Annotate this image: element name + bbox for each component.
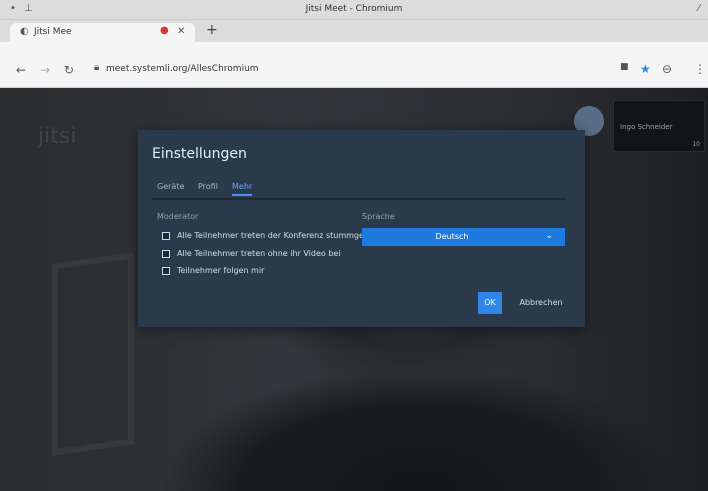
address-url: meet.systemli.org/AllesChromium [106, 64, 259, 74]
language-selected-value: Deutsch [435, 232, 469, 241]
menu-icon[interactable]: ⋮ [694, 62, 706, 76]
close-tab-icon[interactable]: ✕ [177, 26, 185, 37]
browser-toolbar: ← → ↻ 🔒︎ meet.systemli.org/AllesChromium… [0, 42, 708, 88]
site-info-icon[interactable]: 🔒︎ [94, 62, 99, 73]
tab-profile[interactable]: Profil [198, 182, 218, 191]
tab-bar: ◐ Jitsi Mee ● ✕ + [0, 20, 708, 42]
account-icon[interactable]: ⊖ [662, 62, 672, 76]
language-select[interactable]: Deutsch ⌄ [362, 228, 565, 246]
language-label: Sprache [362, 212, 395, 221]
reload-icon[interactable]: ↻ [64, 63, 74, 77]
browser-tab[interactable]: ◐ Jitsi Mee ● ✕ [10, 23, 195, 42]
start-audio-muted-checkbox[interactable] [162, 232, 170, 240]
jitsi-favicon-icon: ◐ [20, 26, 29, 37]
cancel-button[interactable]: Abbrechen [516, 292, 566, 314]
start-video-muted-label: Alle Teilnehmer treten ohne ihr Video be… [177, 249, 341, 258]
forward-icon[interactable]: → [40, 63, 50, 77]
background-picture-frame [52, 252, 134, 456]
start-video-muted-checkbox[interactable] [162, 250, 170, 258]
participant-thumbnail[interactable]: Ingo Schneider 10 [613, 100, 705, 152]
recording-indicator-icon: ● [160, 25, 169, 36]
moderator-label: Moderator [157, 212, 199, 221]
address-bar[interactable]: 🔒︎ meet.systemli.org/AllesChromium [82, 62, 602, 80]
window-resize-icon[interactable]: ⁄ [698, 3, 700, 14]
window-titlebar: • ⊥ Jitsi Meet - Chromium ⁄ [0, 0, 708, 20]
window-title: Jitsi Meet - Chromium [305, 4, 403, 14]
settings-dialog: Einstellungen Geräte Profil Mehr Moderat… [138, 130, 585, 327]
follow-me-checkbox[interactable] [162, 267, 170, 275]
browser-tab-label: Jitsi Mee [34, 27, 72, 37]
participant-count: 10 [692, 141, 700, 148]
tab-devices[interactable]: Geräte [157, 182, 184, 191]
follow-me-label: Teilnehmer folgen mir [177, 266, 265, 275]
back-icon[interactable]: ← [16, 63, 26, 77]
bookmark-star-icon[interactable]: ★ [640, 62, 651, 76]
ok-button[interactable]: OK [478, 292, 502, 314]
settings-tabs: Geräte Profil Mehr [152, 180, 565, 200]
participant-name: Ingo Schneider [620, 123, 673, 131]
tab-more[interactable]: Mehr [232, 182, 253, 196]
new-tab-button[interactable]: + [206, 22, 218, 38]
dialog-title: Einstellungen [152, 146, 247, 162]
camera-indicator-icon[interactable]: ■ [620, 62, 629, 72]
jitsi-watermark: jitsi [38, 124, 77, 149]
chevron-down-icon: ⌄ [545, 231, 553, 241]
